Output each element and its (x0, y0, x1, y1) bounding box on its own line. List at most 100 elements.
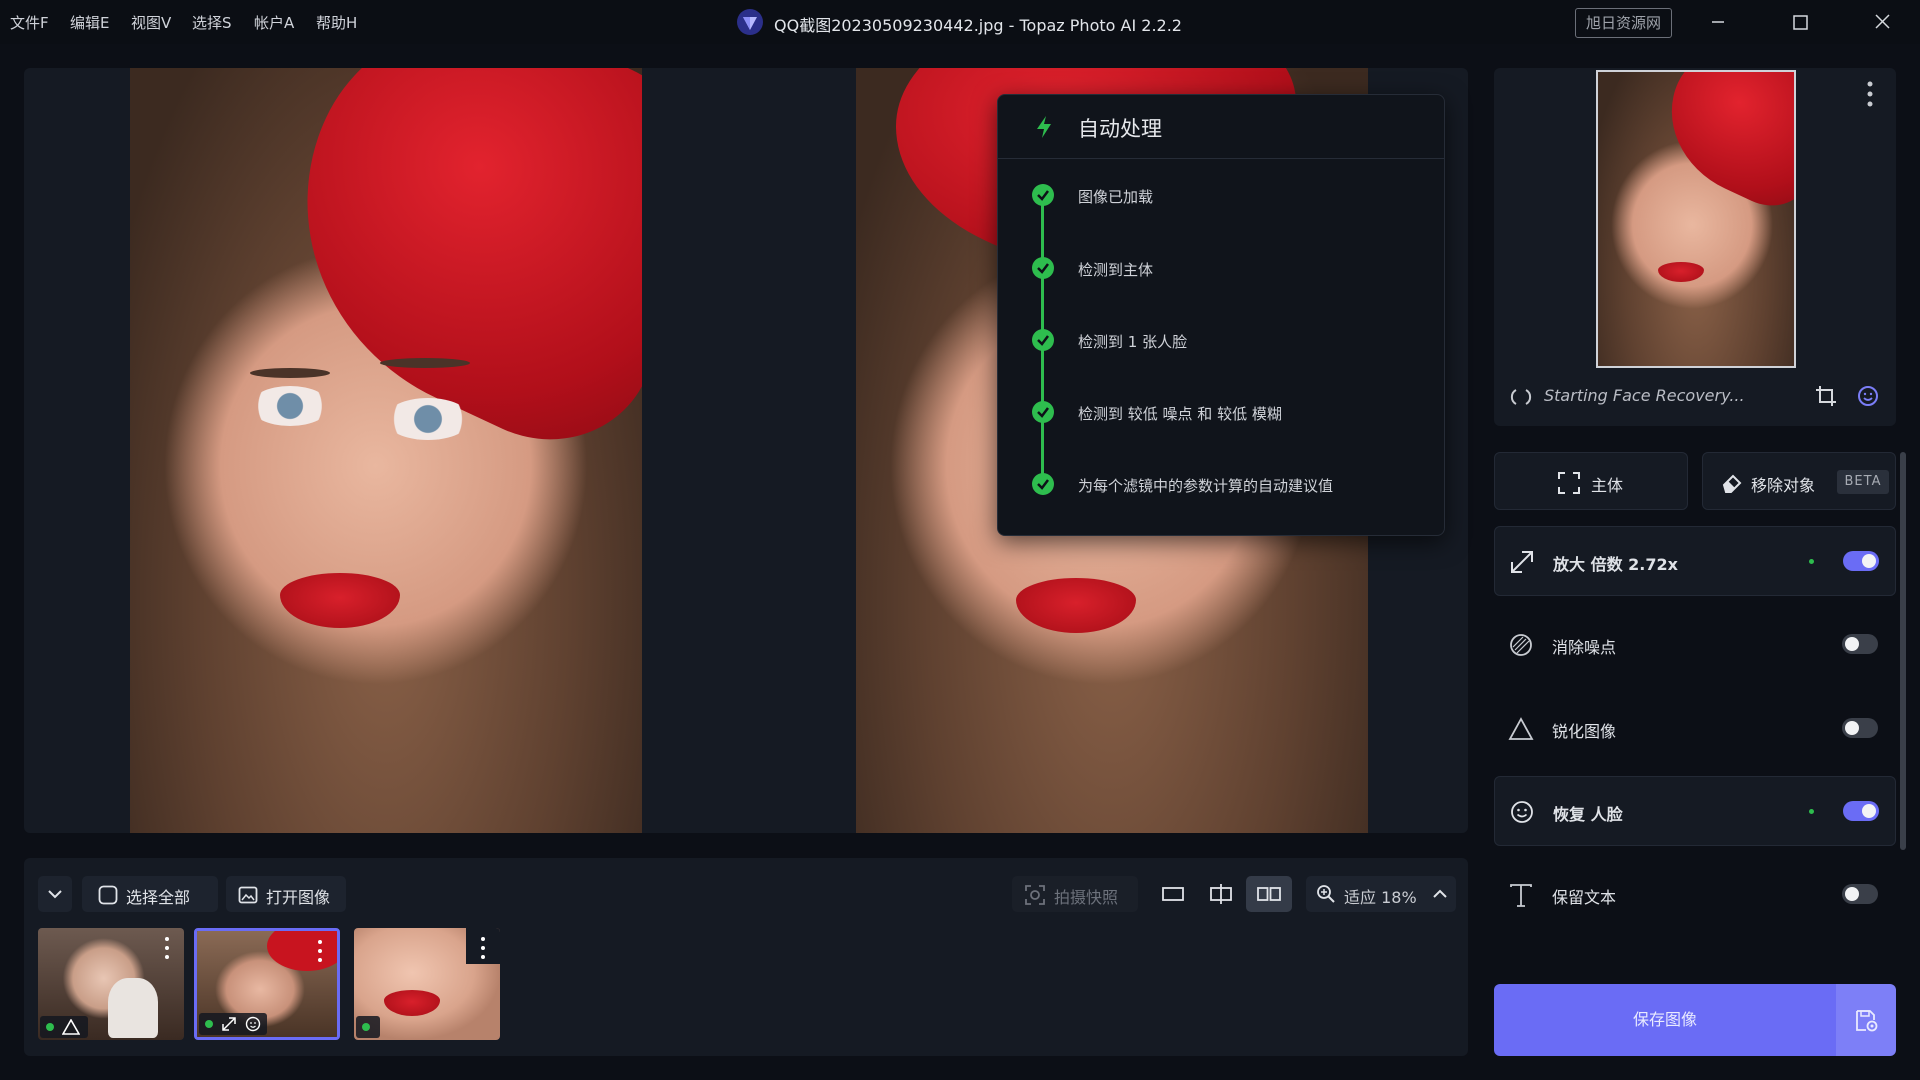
open-image-button[interactable]: 打开图像 (226, 876, 346, 912)
preview-thumbnail[interactable] (1596, 70, 1796, 368)
title-bar: 文件F 编辑E 视图V 选择S 帐户A 帮助H QQ截图202305092304… (0, 0, 1920, 44)
denoise-icon (1510, 634, 1532, 656)
loading-spinner-icon (1510, 389, 1532, 405)
crop-icon[interactable] (1814, 384, 1838, 408)
menu-file[interactable]: 文件F (10, 12, 49, 33)
maximize-icon[interactable] (1776, 6, 1824, 38)
filter-label: 消除噪点 (1552, 638, 1617, 657)
filter-denoise[interactable]: 消除噪点 (1494, 610, 1896, 680)
menu-select[interactable]: 选择S (192, 12, 232, 33)
menu-view[interactable]: 视图V (131, 12, 171, 33)
menu-edit[interactable]: 编辑E (70, 12, 109, 33)
collapse-filmstrip-button[interactable] (38, 876, 72, 912)
applied-indicator (1809, 559, 1814, 564)
snapshot-label: 拍摄快照 (1054, 888, 1119, 907)
window-title: QQ截图20230509230442.jpg - Topaz Photo AI … (774, 16, 1182, 35)
minimize-icon[interactable] (1694, 6, 1742, 38)
thumbnail-item[interactable] (354, 928, 500, 1040)
processing-status: Starting Face Recovery... (1544, 386, 1745, 405)
lightning-icon (1037, 116, 1051, 138)
select-all-label: 选择全部 (126, 888, 191, 907)
face-recovery-icon (1511, 801, 1533, 823)
side-by-side-view-button[interactable] (1246, 876, 1292, 912)
face-icon[interactable] (1856, 384, 1880, 408)
filter-face-recovery[interactable]: 恢复 人脸 (1494, 776, 1896, 846)
step-label: 检测到 1 张人脸 (1078, 333, 1188, 351)
more-options-icon[interactable] (480, 936, 486, 960)
step-item: 为每个滤镜中的参数计算的自动建议值 (998, 469, 1444, 499)
subject-button[interactable]: 主体 (1494, 452, 1688, 510)
more-options-icon[interactable] (1866, 80, 1874, 108)
step-label: 为每个滤镜中的参数计算的自动建议值 (1078, 477, 1334, 495)
face-recovery-toggle[interactable] (1843, 801, 1879, 821)
zoom-level: 适应 18% (1344, 888, 1417, 907)
more-options-icon[interactable] (317, 939, 323, 963)
watermark-label: 旭日资源网 (1575, 8, 1672, 38)
step-item: 图像已加载 (998, 180, 1444, 210)
step-label: 检测到 较低 噪点 和 较低 模糊 (1078, 405, 1282, 423)
filter-label: 放大 倍数 2.72x (1553, 555, 1678, 574)
filmstrip-panel: 选择全部 打开图像 拍摄快照 适应 18% (24, 858, 1468, 1056)
check-circle-icon (1032, 473, 1054, 495)
checkbox-icon (98, 885, 118, 905)
zoom-control[interactable]: 适应 18% (1306, 876, 1456, 912)
step-label: 检测到主体 (1078, 261, 1154, 279)
check-circle-icon (1032, 329, 1054, 351)
preserve-text-toggle[interactable] (1842, 884, 1878, 904)
filter-label: 保留文本 (1552, 888, 1617, 907)
upscale-icon (1511, 551, 1533, 573)
status-dot (46, 1023, 54, 1031)
step-label: 图像已加载 (1078, 188, 1154, 206)
applied-indicator (1809, 809, 1814, 814)
denoise-toggle[interactable] (1842, 634, 1878, 654)
filter-upscale[interactable]: 放大 倍数 2.72x (1494, 526, 1896, 596)
menu-account[interactable]: 帐户A (254, 12, 294, 33)
step-item: 检测到 较低 噪点 和 较低 模糊 (998, 397, 1444, 427)
auto-process-title: 自动处理 (1078, 117, 1162, 141)
remove-object-label: 移除对象 (1751, 476, 1816, 495)
save-settings-icon (1856, 1010, 1878, 1032)
select-all-button[interactable]: 选择全部 (82, 876, 218, 912)
filter-label: 恢复 人脸 (1553, 805, 1623, 824)
upscale-toggle[interactable] (1843, 551, 1879, 571)
image-icon (238, 886, 258, 904)
snapshot-button[interactable]: 拍摄快照 (1012, 876, 1138, 912)
more-options-icon[interactable] (164, 936, 170, 960)
thumbnail-item-selected[interactable] (194, 928, 340, 1040)
subject-frame-icon (1558, 472, 1580, 494)
open-image-label: 打开图像 (266, 888, 331, 907)
split-view-button[interactable] (1198, 876, 1244, 912)
menu-help[interactable]: 帮助H (316, 12, 357, 33)
upscale-icon (222, 1017, 236, 1031)
thumbnail-item[interactable] (38, 928, 184, 1040)
sharpen-icon (1508, 717, 1534, 740)
filter-sharpen[interactable]: 锐化图像 (1494, 694, 1896, 764)
chevron-down-icon (48, 890, 62, 899)
close-icon[interactable] (1858, 6, 1906, 38)
filter-preserve-text[interactable]: 保留文本 (1494, 860, 1896, 930)
camera-icon (1025, 885, 1045, 905)
topaz-logo-icon (737, 9, 763, 35)
remove-object-button[interactable]: 移除对象 BETA (1702, 452, 1896, 510)
right-panel: Starting Face Recovery... 主体 移除对象 BETA 放… (1494, 68, 1896, 1068)
beta-badge: BETA (1837, 470, 1889, 494)
zoom-in-icon (1317, 885, 1335, 903)
step-item: 检测到主体 (998, 253, 1444, 283)
filter-label: 锐化图像 (1552, 722, 1617, 741)
auto-process-header: 自动处理 (998, 95, 1444, 159)
split-view-icon (1210, 884, 1232, 904)
save-image-button[interactable]: 保存图像 (1494, 984, 1836, 1056)
status-dot (362, 1023, 370, 1031)
save-options-button[interactable] (1836, 984, 1896, 1056)
step-item: 检测到 1 张人脸 (998, 325, 1444, 355)
check-circle-icon (1032, 401, 1054, 423)
original-image[interactable] (130, 68, 642, 833)
sharpen-toggle[interactable] (1842, 718, 1878, 738)
chevron-up-icon (1433, 889, 1447, 898)
face-recovery-icon (245, 1016, 261, 1032)
sharpen-icon (62, 1019, 80, 1035)
panel-scrollbar[interactable] (1900, 452, 1906, 850)
single-view-button[interactable] (1150, 876, 1196, 912)
thumbnail-badge (199, 1013, 267, 1035)
subject-label: 主体 (1591, 476, 1624, 495)
